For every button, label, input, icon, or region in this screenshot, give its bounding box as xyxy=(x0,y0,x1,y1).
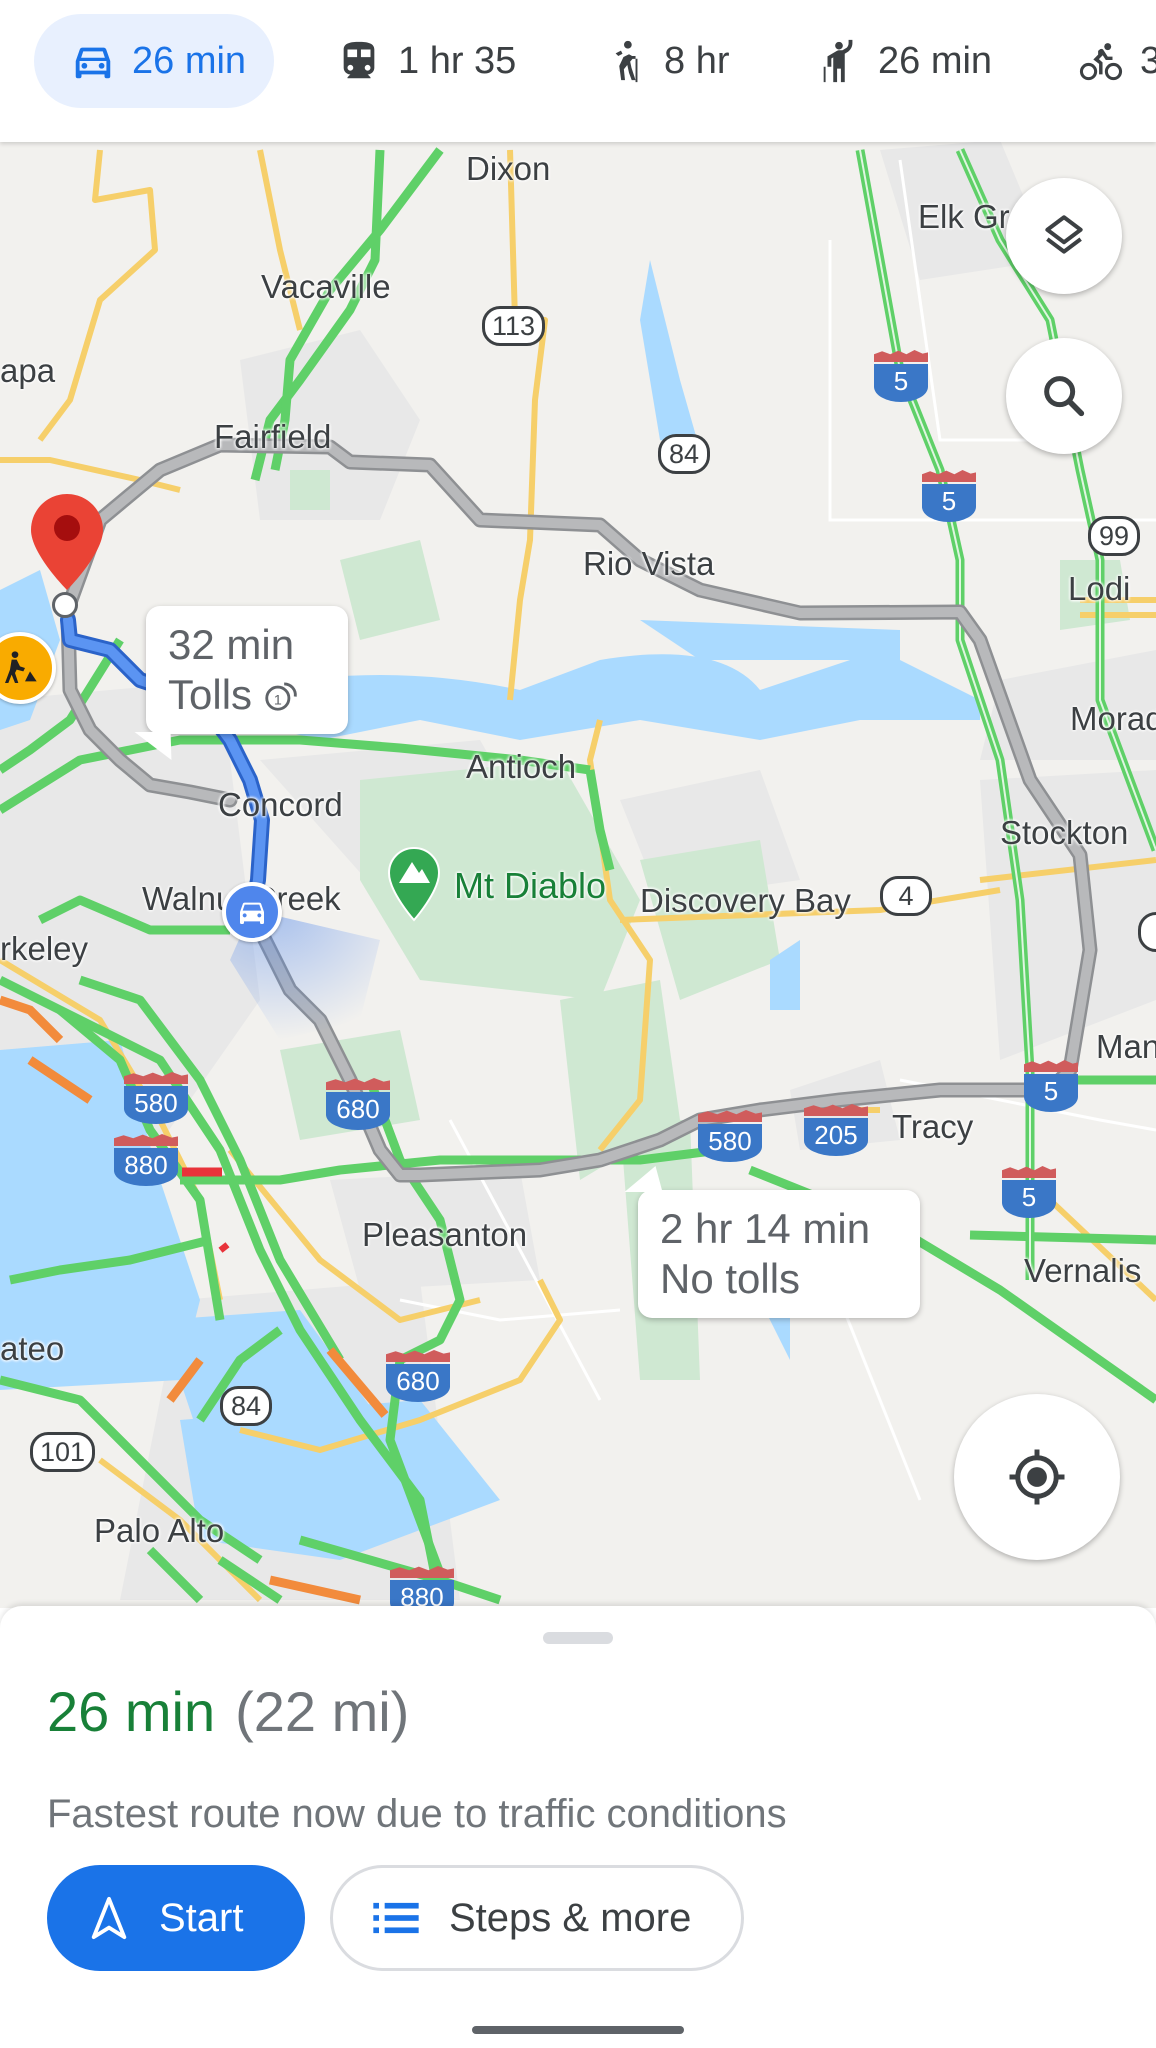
train-icon xyxy=(343,41,375,79)
sheet-drag-handle[interactable] xyxy=(543,1632,613,1644)
place-label: rkeley xyxy=(0,930,89,967)
start-button-label: Start xyxy=(159,1895,244,1940)
steps-more-label: Steps & more xyxy=(449,1895,692,1940)
callout-note: Tolls xyxy=(168,671,253,718)
place-label: Palo Alto xyxy=(94,1512,225,1549)
layers-icon xyxy=(1045,215,1083,254)
route-duration: 26 min xyxy=(47,1680,216,1743)
place-label: Fairfield xyxy=(214,418,332,455)
route-summary: 26 min (22 mi) xyxy=(47,1684,409,1740)
interstate-shield: 205 xyxy=(804,1104,868,1156)
mode-cycling-duration: 3 xyxy=(1140,39,1156,82)
interstate-shield: 5 xyxy=(874,350,928,402)
directions-bottom-sheet[interactable]: 26 min (22 mi) Fastest route now due to t… xyxy=(0,1606,1156,2048)
mode-ride-service-duration: 26 min xyxy=(878,39,993,82)
interstate-shield: 5 xyxy=(1002,1166,1056,1218)
place-label: Morad xyxy=(1070,700,1156,737)
start-button[interactable]: Start xyxy=(47,1865,305,1971)
place-label: Concord xyxy=(218,786,343,823)
mode-ride-service[interactable]: 26 min xyxy=(816,14,992,108)
system-gesture-bar[interactable] xyxy=(472,2026,684,2034)
svg-text:1: 1 xyxy=(274,693,282,709)
place-label: Man xyxy=(1096,1028,1156,1065)
route-reason: Fastest route now due to traffic conditi… xyxy=(47,1792,787,1836)
place-label: apa xyxy=(0,352,56,389)
list-icon xyxy=(373,1902,419,1934)
poi-label[interactable]: Mt Diablo xyxy=(454,868,606,904)
route-callout-no-tolls[interactable]: 2 hr 14 min No tolls xyxy=(624,1166,920,1318)
callout-duration: 2 hr 14 min xyxy=(660,1205,871,1252)
hail-icon xyxy=(823,39,853,83)
place-label: Rio Vista xyxy=(583,545,715,582)
callout-note: No tolls xyxy=(660,1255,801,1302)
route-origin-dot xyxy=(52,592,78,618)
my-location-icon xyxy=(1009,1449,1065,1505)
toll-icon: 1 xyxy=(265,682,297,711)
place-label: Pleasanton xyxy=(362,1216,528,1253)
maps-directions-screen: 26 min 1 hr 35 8 hr 26 min 3 Dixon Elk G… xyxy=(0,0,1156,2048)
interstate-shield: 680 xyxy=(326,1078,390,1130)
state-route-shield: 99 xyxy=(1088,516,1140,556)
mountain-pin-icon[interactable] xyxy=(386,846,442,922)
navigation-arrow-icon xyxy=(91,1896,127,1940)
car-icon xyxy=(75,47,111,79)
hiking-icon xyxy=(615,40,638,83)
mode-cycling[interactable]: 3 xyxy=(1078,14,1156,108)
interstate-shield: 580 xyxy=(698,1110,762,1162)
interstate-shield: 580 xyxy=(124,1072,188,1124)
callout-duration: 32 min xyxy=(168,621,295,668)
state-route-shield: 84 xyxy=(220,1386,272,1426)
search-button[interactable] xyxy=(1006,338,1122,454)
interstate-shield: 880 xyxy=(114,1134,178,1186)
state-route-shield: 4 xyxy=(880,876,932,916)
mode-transit-duration: 1 hr 35 xyxy=(398,39,517,82)
mode-walking-duration: 8 hr xyxy=(664,39,730,82)
car-location-icon xyxy=(222,882,282,942)
route-distance: (22 mi) xyxy=(235,1680,410,1743)
place-label: ateo xyxy=(0,1330,65,1367)
place-label: Discovery Bay xyxy=(640,882,851,919)
interstate-shield: 5 xyxy=(1024,1060,1078,1112)
mode-walking[interactable]: 8 hr xyxy=(602,14,729,108)
place-label: Vacaville xyxy=(261,268,391,305)
interstate-shield: 880 xyxy=(390,1566,454,1608)
map-view[interactable]: Dixon Elk Gr Vacaville apa Fairfield Rio… xyxy=(0,142,1156,1608)
recenter-button[interactable] xyxy=(954,1394,1120,1560)
place-label: Elk Gr xyxy=(918,198,1010,235)
mode-transit[interactable]: 1 hr 35 xyxy=(336,14,516,108)
interstate-shield: 5 xyxy=(922,470,976,522)
steps-more-button[interactable]: Steps & more xyxy=(330,1865,744,1971)
red-pin-icon[interactable] xyxy=(28,492,106,592)
search-icon xyxy=(1044,376,1085,417)
travel-mode-bar: 26 min 1 hr 35 8 hr 26 min 3 xyxy=(0,0,1156,142)
us-route-shield: 101 xyxy=(30,1432,96,1472)
state-route-shield: 113 xyxy=(482,306,546,346)
bike-icon xyxy=(1079,43,1123,81)
place-label: Tracy xyxy=(892,1108,974,1145)
mode-driving-duration: 26 min xyxy=(132,39,247,82)
place-label: Lodi xyxy=(1068,570,1131,607)
route-callout-tolls[interactable]: 32 min Tolls 1 xyxy=(134,606,348,760)
layers-button[interactable] xyxy=(1006,178,1122,294)
state-route-shield: 84 xyxy=(658,434,710,474)
interstate-shield: 680 xyxy=(386,1350,450,1402)
place-label: Stockton xyxy=(1000,814,1129,851)
mode-driving[interactable]: 26 min xyxy=(34,14,275,108)
place-label: Antioch xyxy=(466,748,577,785)
place-label: Dixon xyxy=(466,150,551,187)
place-label: Vernalis xyxy=(1024,1252,1142,1289)
